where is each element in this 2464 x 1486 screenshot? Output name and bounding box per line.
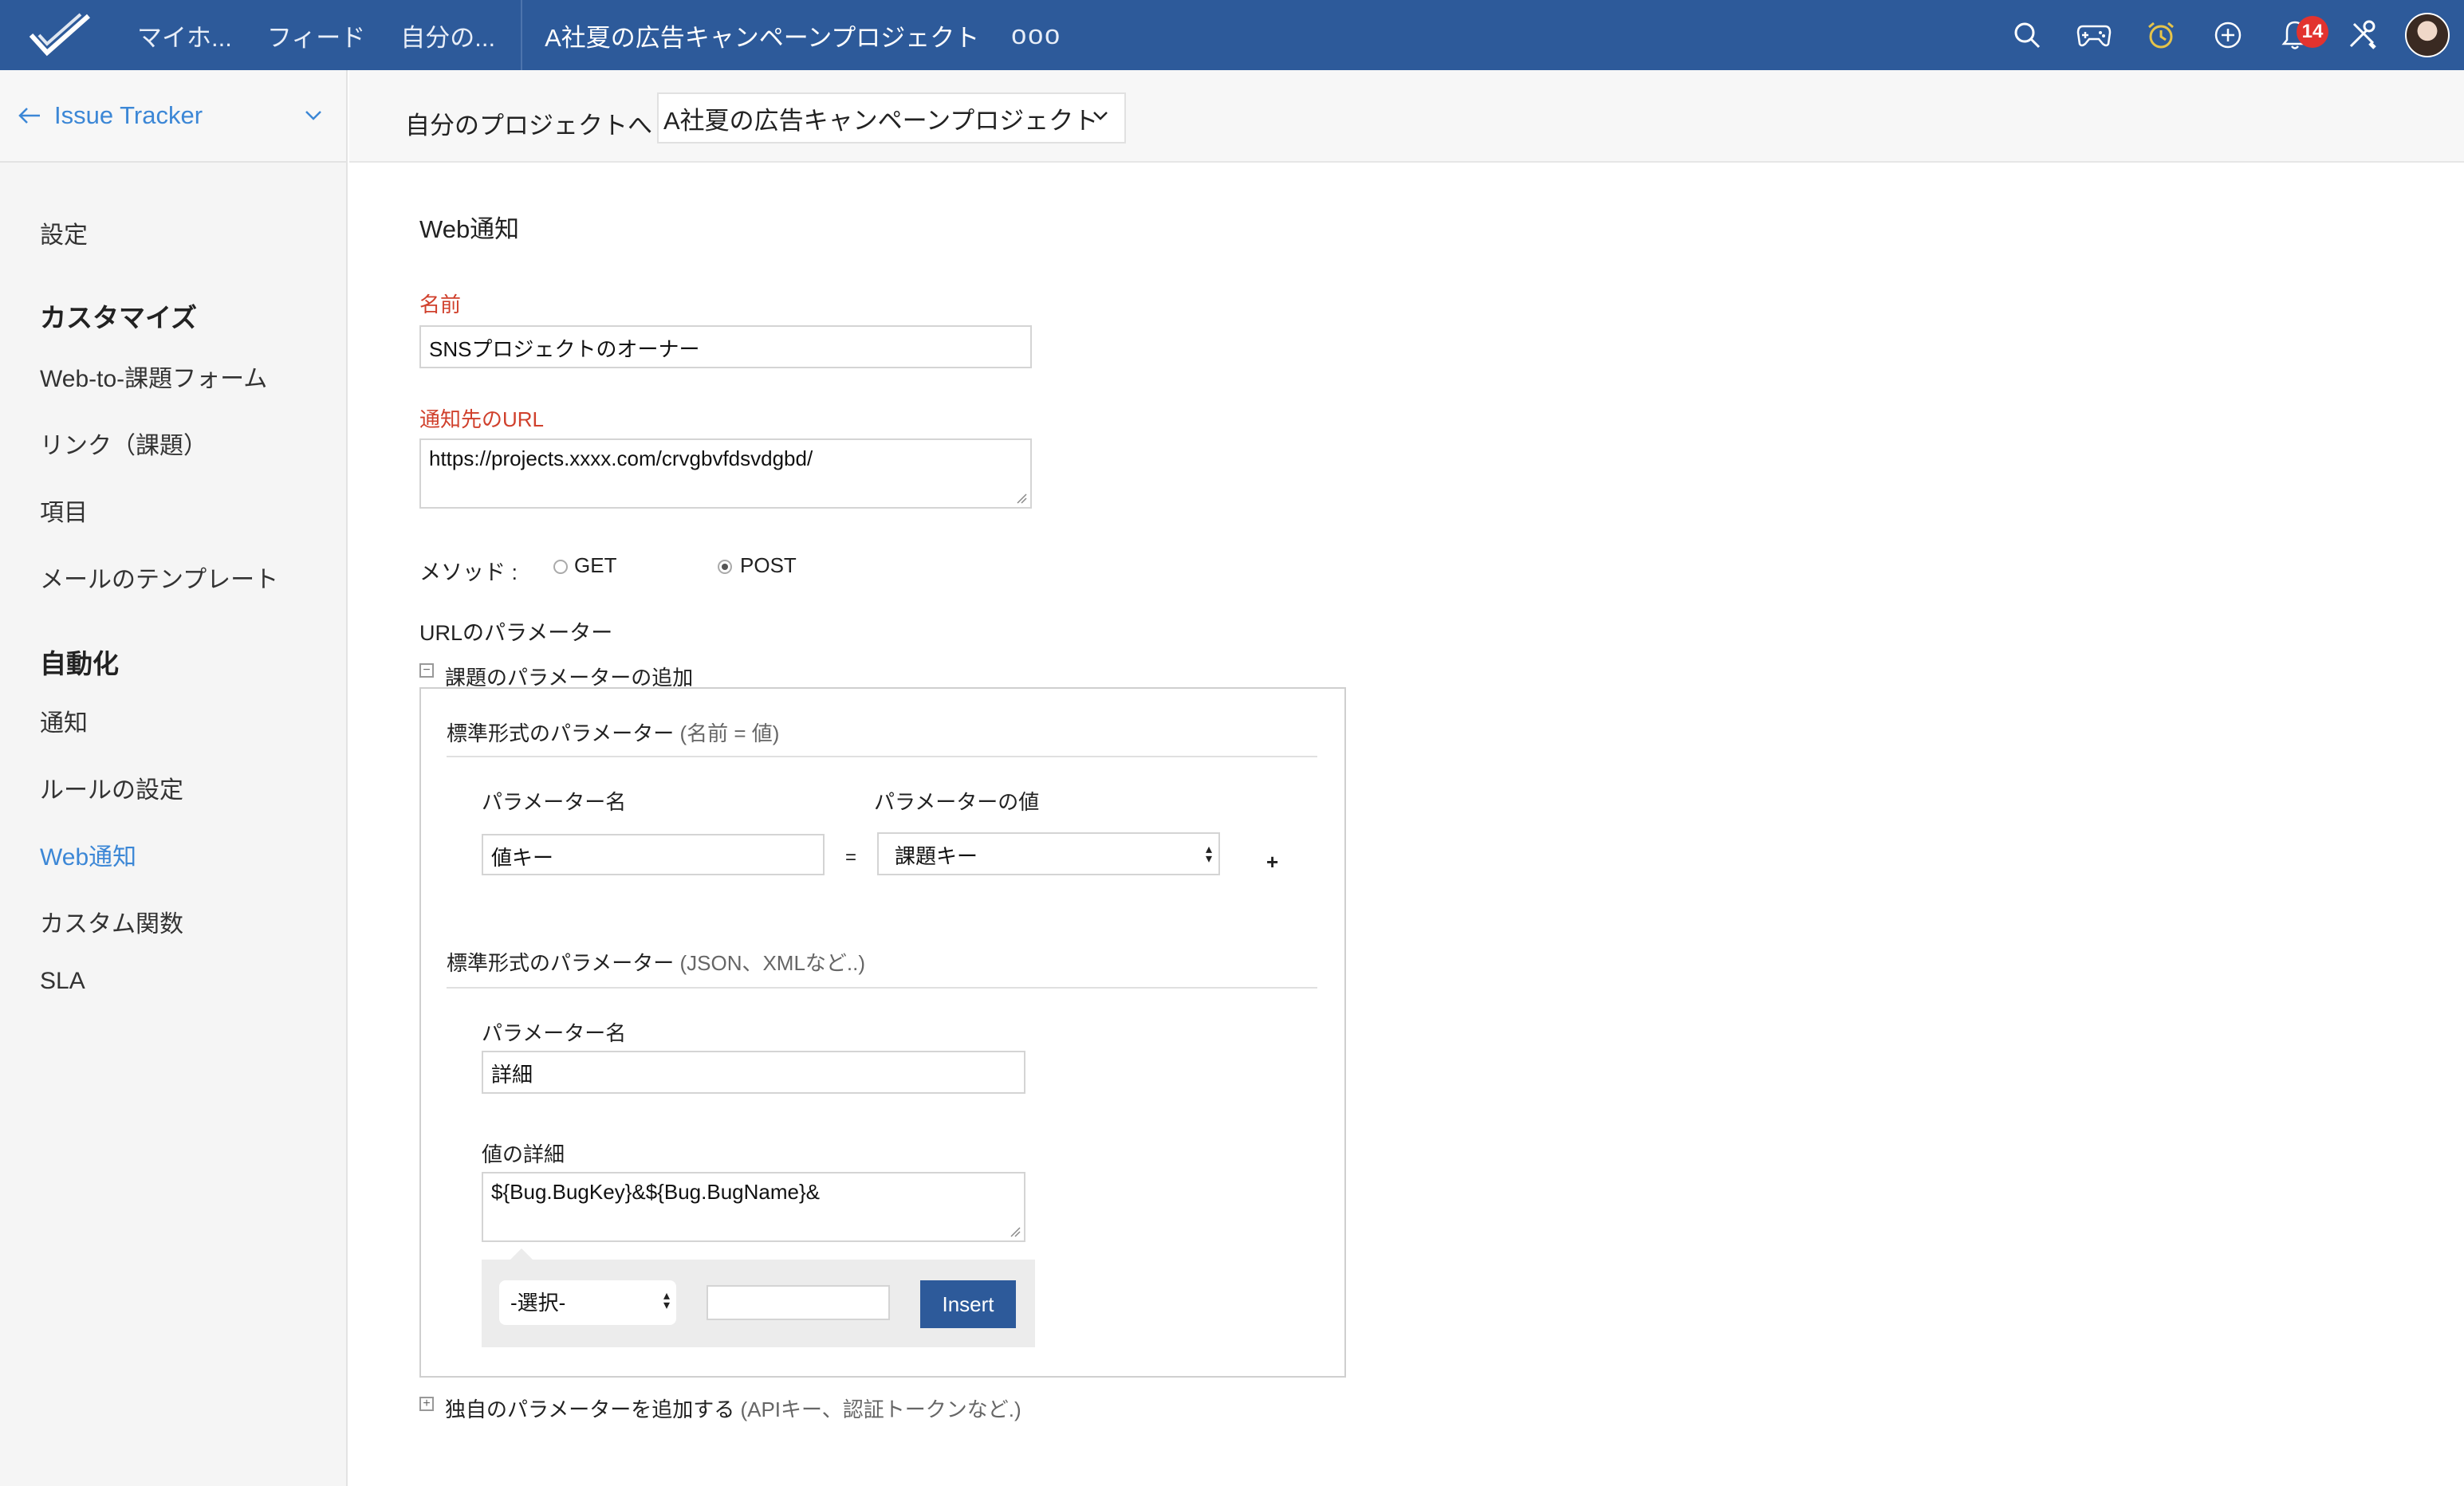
placeholder-select[interactable]: -選択- ▴ ▾	[499, 1280, 676, 1325]
standard-params2-hint: (JSON、XMLなど..)	[679, 951, 866, 975]
resize-handle-icon[interactable]	[1016, 493, 1027, 504]
custom-params-hint: (APIキー、認証トークンなど.)	[740, 1398, 1021, 1421]
page-title: Web通知	[419, 215, 520, 243]
standard-params-title: 標準形式のパラメーター	[447, 721, 675, 745]
updown-arrows-icon: ▴ ▾	[1205, 843, 1212, 866]
param-name2-input[interactable]: 詳細	[482, 1051, 1025, 1094]
method-label: メソッド :	[419, 560, 518, 584]
sidebar-item-links[interactable]: リンク（課題）	[40, 426, 207, 461]
sidebar-section-automation: 自動化	[40, 649, 119, 678]
divider	[447, 756, 1317, 757]
nav-divider	[521, 0, 523, 70]
top-bar: マイホ... フィード 自分の... A社夏の広告キャンペーンプロジェクト oo…	[0, 0, 2464, 70]
custom-params-toggle[interactable]: 独自のパラメーターを追加する (APIキー、認証トークンなど.)	[445, 1394, 1021, 1423]
name-label: 名前	[419, 293, 462, 316]
project-selector[interactable]: A社夏の広告キャンペーンプロジェクト	[657, 92, 1126, 143]
method-get-radio[interactable]	[553, 560, 568, 574]
param-value-select-value: 課題キー	[895, 844, 978, 868]
resize-handle-icon[interactable]	[1010, 1226, 1021, 1237]
sidebar-item-web-to-issue-form[interactable]: Web-to-課題フォーム	[40, 359, 267, 394]
sub-header: 自分のプロジェクトへ A社夏の広告キャンペーンプロジェクト	[349, 70, 2464, 163]
method-post-label[interactable]: POST	[740, 553, 797, 578]
value-detail-textarea-value: ${Bug.BugKey}&${Bug.BugName}&	[491, 1180, 820, 1204]
back-arrow-icon[interactable]	[18, 106, 41, 125]
sidebar-section-customize: カスタマイズ	[40, 303, 198, 332]
standard-params-hint: (名前 = 値)	[679, 721, 780, 745]
placeholder-text-input[interactable]	[707, 1285, 890, 1320]
sidebar-header[interactable]: Issue Tracker	[0, 70, 346, 163]
url-params-label: URLのパラメーター	[419, 621, 613, 645]
sidebar-title[interactable]: Issue Tracker	[54, 101, 305, 130]
chevron-down-icon	[1093, 112, 1108, 120]
expand-plus-icon[interactable]: +	[419, 1397, 434, 1411]
method-post-radio[interactable]	[718, 560, 732, 574]
param-value-select[interactable]: 課題キー ▴ ▾	[877, 832, 1220, 875]
url-label: 通知先のURL	[419, 407, 545, 431]
param-name2-label: パラメーター名	[482, 1021, 627, 1045]
sidebar-item-fields[interactable]: 項目	[40, 493, 88, 528]
tools-icon[interactable]	[2328, 0, 2395, 70]
app-logo-icon[interactable]	[0, 0, 120, 70]
sidebar-item-sla[interactable]: SLA	[40, 968, 85, 995]
standard-params2-title: 標準形式のパラメーター	[447, 951, 675, 975]
sidebar-item-email-templates[interactable]: メールのテンプレート	[40, 560, 278, 595]
nav-feed[interactable]: フィード	[250, 18, 383, 53]
param-name-header: パラメーター名	[482, 790, 627, 814]
nav-my-home[interactable]: マイホ...	[120, 18, 250, 53]
project-selector-value: A社夏の広告キャンペーンプロジェクト	[663, 106, 1099, 135]
sidebar-item-notifications[interactable]: 通知	[40, 703, 88, 738]
nav-more-button[interactable]: ooo	[997, 20, 1076, 51]
param-name-input[interactable]: 値キー	[482, 834, 825, 875]
add-param-button[interactable]: +	[1266, 850, 1278, 875]
sidebar-item-rules[interactable]: ルールの設定	[40, 770, 183, 805]
nav-active-project[interactable]: A社夏の広告キャンペーンプロジェクト	[527, 18, 997, 53]
notification-badge: 14	[2297, 16, 2328, 48]
sidebar-item-custom-functions[interactable]: カスタム関数	[40, 904, 183, 939]
insert-button[interactable]: Insert	[920, 1280, 1016, 1328]
insert-placeholder-bar: -選択- ▴ ▾ Insert	[482, 1248, 1035, 1347]
standard-params2-heading: 標準形式のパラメーター (JSON、XMLなど..)	[447, 947, 865, 977]
notification-bell-icon[interactable]: 14	[2261, 0, 2328, 70]
gamepad-icon[interactable]	[2061, 0, 2127, 70]
url-textarea-value: https://projects.xxxx.com/crvgbvfdsvdgbd…	[429, 446, 813, 470]
param-value-header: パラメーターの値	[874, 790, 1040, 814]
sidebar-item-webhooks[interactable]: Web通知	[40, 837, 136, 872]
nav-my-items[interactable]: 自分の...	[383, 18, 513, 53]
alarm-clock-icon[interactable]	[2127, 0, 2194, 70]
value-detail-textarea[interactable]: ${Bug.BugKey}&${Bug.BugName}&	[482, 1172, 1025, 1242]
sidebar-item-settings[interactable]: 設定	[40, 215, 88, 250]
collapse-minus-icon[interactable]: −	[419, 663, 434, 678]
name-input[interactable]: SNSプロジェクトのオーナー	[419, 325, 1032, 368]
equals-sign: =	[845, 847, 857, 868]
user-avatar[interactable]	[2405, 13, 2450, 57]
placeholder-select-value: -選択-	[510, 1291, 566, 1315]
custom-params-title: 独自のパラメーターを追加する	[445, 1398, 735, 1421]
divider	[447, 987, 1317, 989]
goto-project-label: 自分のプロジェクトへ	[405, 112, 652, 140]
standard-params-heading: 標準形式のパラメーター (名前 = 値)	[447, 717, 779, 747]
updown-arrows-icon: ▴ ▾	[663, 1289, 670, 1312]
chevron-down-icon[interactable]	[305, 110, 322, 121]
url-textarea[interactable]: https://projects.xxxx.com/crvgbvfdsvdgbd…	[419, 438, 1032, 509]
add-icon[interactable]	[2194, 0, 2261, 70]
top-right-icons: 14	[1994, 0, 2464, 70]
method-get-label[interactable]: GET	[574, 553, 616, 578]
value-detail-label: 値の詳細	[482, 1142, 565, 1166]
search-icon[interactable]	[1994, 0, 2061, 70]
